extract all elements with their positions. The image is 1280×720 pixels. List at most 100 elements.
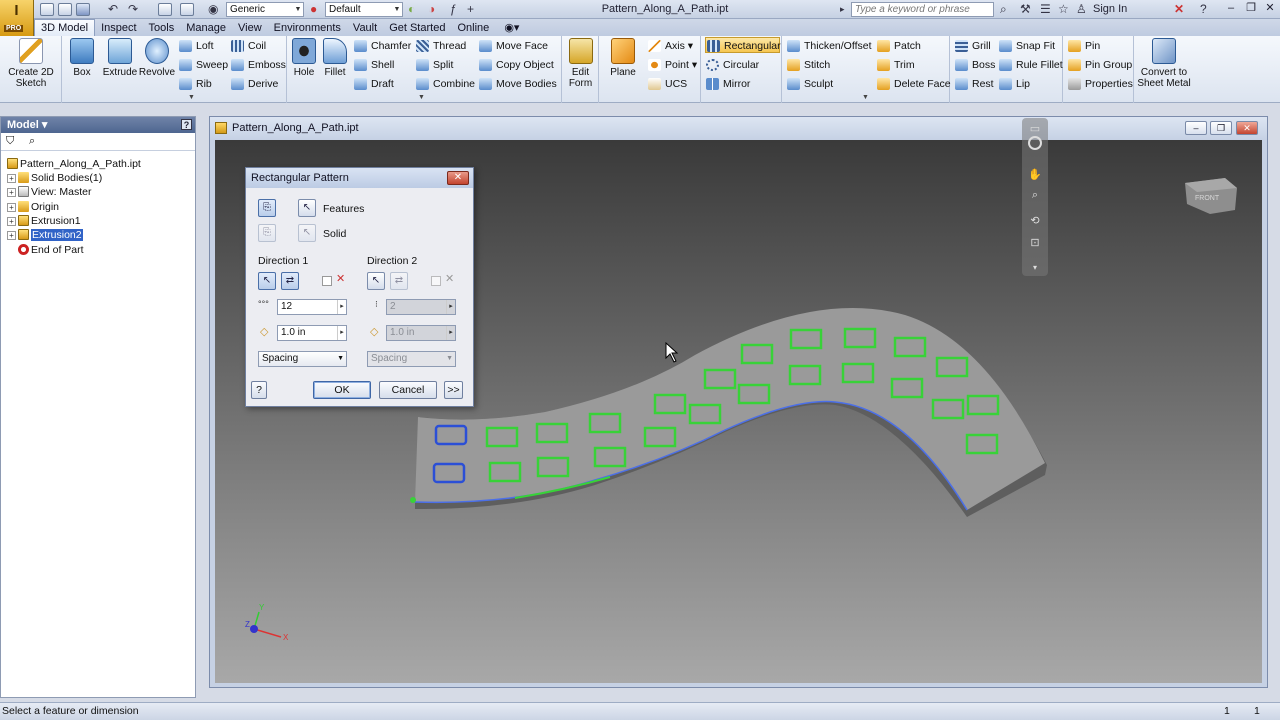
exchange-apps-icon[interactable]: ✕ (1174, 2, 1184, 16)
binoculars-icon[interactable]: ⌕ (1000, 2, 1007, 17)
tree-item-part[interactable]: Pattern_Along_A_Path.ipt (7, 157, 141, 171)
d1-method-dropdown-icon[interactable]: ▼ (337, 352, 344, 366)
copy-object-button[interactable]: Copy Object (478, 57, 554, 73)
browser-help-icon[interactable]: ? (181, 119, 192, 130)
pan-icon[interactable]: ✋ (1028, 168, 1042, 182)
tab-tools[interactable]: Tools (143, 20, 181, 37)
d1-path-select-icon[interactable]: ↖ (258, 272, 276, 290)
snap-fit-button[interactable]: Snap Fit (998, 38, 1055, 54)
d1-count-input[interactable]: 12 ▸ (277, 299, 347, 315)
box-button[interactable]: Box (66, 38, 98, 78)
d2-count-input[interactable]: 2 ▸ (386, 299, 456, 315)
pattern-solid-mode-icon[interactable]: ⎘ (258, 224, 276, 242)
application-menu-button[interactable]: I PRO (0, 0, 34, 36)
rest-button[interactable]: Rest (954, 76, 994, 92)
tab-get-started[interactable]: Get Started (383, 20, 451, 37)
convert-to-sheet-metal-button[interactable]: Convert to Sheet Metal (1136, 38, 1192, 89)
d1-count-arrow-icon[interactable]: ▸ (337, 300, 346, 314)
draft-button[interactable]: Draft (353, 76, 394, 92)
help-icon[interactable]: ? (1200, 2, 1207, 16)
sweep-button[interactable]: Sweep (178, 57, 228, 73)
tab-vault[interactable]: Vault (347, 20, 383, 37)
d2-length-arrow-icon[interactable]: ▸ (446, 326, 455, 340)
move-face-button[interactable]: Move Face (478, 38, 548, 54)
select-icon[interactable] (180, 3, 194, 16)
expand-icon[interactable]: + (7, 231, 16, 240)
path-start-point[interactable] (410, 497, 416, 503)
home-icon[interactable] (158, 3, 172, 16)
circular-pattern-button[interactable]: Circular (705, 57, 759, 73)
minimize-document-button[interactable]: – (1185, 121, 1207, 135)
material-dropdown[interactable]: Default ▼ (325, 2, 403, 17)
sign-in-link[interactable]: Sign In (1093, 3, 1127, 15)
d1-flip-icon[interactable]: ⇄ (281, 272, 299, 290)
look-at-icon[interactable]: ⊡ (1028, 236, 1042, 250)
d2-midplane-checkbox[interactable] (431, 276, 441, 286)
boss-button[interactable]: Boss (954, 57, 995, 73)
axis-button[interactable]: Axis ▾ (647, 38, 693, 54)
loft-button[interactable]: Loft (178, 38, 214, 54)
surface-panel-expand-icon[interactable]: ▼ (862, 94, 869, 101)
expand-icon[interactable]: + (7, 203, 16, 212)
fx-parameters-icon[interactable]: ƒ (450, 2, 457, 16)
open-file-icon[interactable] (58, 3, 72, 16)
stitch-button[interactable]: Stitch (786, 57, 830, 73)
patch-button[interactable]: Patch (876, 38, 921, 54)
tab-inspect[interactable]: Inspect (95, 20, 142, 37)
tree-item-view[interactable]: + View: Master (7, 185, 92, 199)
d2-method-select[interactable]: Spacing ▼ (367, 351, 456, 367)
qat-customize-icon[interactable]: + (467, 2, 474, 16)
properties-button[interactable]: Properties (1067, 76, 1133, 92)
rectangular-pattern-button[interactable]: Rectangular (705, 37, 781, 53)
solid-select-icon[interactable]: ↖ (298, 224, 316, 242)
ok-button[interactable]: OK (313, 381, 371, 399)
tab-online[interactable]: Online (451, 20, 495, 37)
split-button[interactable]: Split (415, 57, 453, 73)
steering-wheel-icon[interactable] (1028, 136, 1042, 150)
hole-button[interactable]: Hole (289, 38, 319, 78)
tab-environments[interactable]: Environments (268, 20, 347, 37)
pattern-features-mode-icon[interactable]: ⎘ (258, 199, 276, 217)
communication-center-icon[interactable]: ☰ (1040, 2, 1051, 16)
more-options-button[interactable]: >> (444, 381, 463, 399)
cancel-button[interactable]: Cancel (379, 381, 437, 399)
tab-3d-model[interactable]: 3D Model (34, 19, 96, 36)
navbar-close-icon[interactable]: ▭ (1028, 122, 1042, 136)
grill-button[interactable]: Grill (954, 38, 991, 54)
redo-icon[interactable]: ↷ (128, 2, 138, 16)
create-2d-sketch-button[interactable]: Create 2D Sketch (4, 38, 58, 89)
close-app-button[interactable]: ✕ (1259, 1, 1280, 17)
d1-length-arrow-icon[interactable]: ▸ (337, 326, 346, 340)
coil-button[interactable]: Coil (230, 38, 266, 54)
extrude-button[interactable]: Extrude (102, 38, 138, 78)
ribbon-minimize-icon[interactable]: ◉▾ (498, 20, 525, 37)
rule-fillet-button[interactable]: Rule Fillet (998, 57, 1063, 73)
modify-panel-expand-icon[interactable]: ▼ (418, 94, 425, 101)
features-select-icon[interactable]: ↖ (298, 199, 316, 217)
help-search-input[interactable]: Type a keyword or phrase (851, 2, 994, 17)
tab-manage[interactable]: Manage (180, 20, 232, 37)
tree-item-extrusion2[interactable]: + Extrusion2 (7, 228, 83, 242)
search-expand-icon[interactable]: ▸ (840, 4, 845, 15)
dialog-close-button[interactable]: ✕ (447, 171, 469, 185)
user-icon[interactable]: ♙ (1076, 2, 1087, 16)
new-file-icon[interactable] (40, 3, 54, 16)
minimize-app-button[interactable]: – (1220, 1, 1242, 17)
favorites-icon[interactable]: ☆ (1058, 2, 1069, 16)
browser-title[interactable]: Model (7, 119, 39, 131)
tree-item-solid-bodies[interactable]: + Solid Bodies(1) (7, 171, 102, 185)
expand-icon[interactable]: + (7, 174, 16, 183)
pin-group-button[interactable]: Pin Group (1067, 57, 1132, 73)
filter-icon[interactable]: ⛉ (6, 135, 14, 148)
sculpt-button[interactable]: Sculpt (786, 76, 833, 92)
d1-midplane-checkbox[interactable] (322, 276, 332, 286)
d2-count-arrow-icon[interactable]: ▸ (446, 300, 455, 314)
expand-icon[interactable]: + (7, 217, 16, 226)
tree-item-extrusion1[interactable]: + Extrusion1 (7, 214, 81, 228)
delete-face-button[interactable]: Delete Face (876, 76, 951, 92)
orbit-icon[interactable]: ⟲ (1028, 214, 1042, 228)
derive-button[interactable]: Derive (230, 76, 278, 92)
edit-form-button[interactable]: Edit Form (564, 38, 597, 89)
d1-method-select[interactable]: Spacing ▼ (258, 351, 347, 367)
thicken-offset-button[interactable]: Thicken/Offset (786, 38, 872, 54)
